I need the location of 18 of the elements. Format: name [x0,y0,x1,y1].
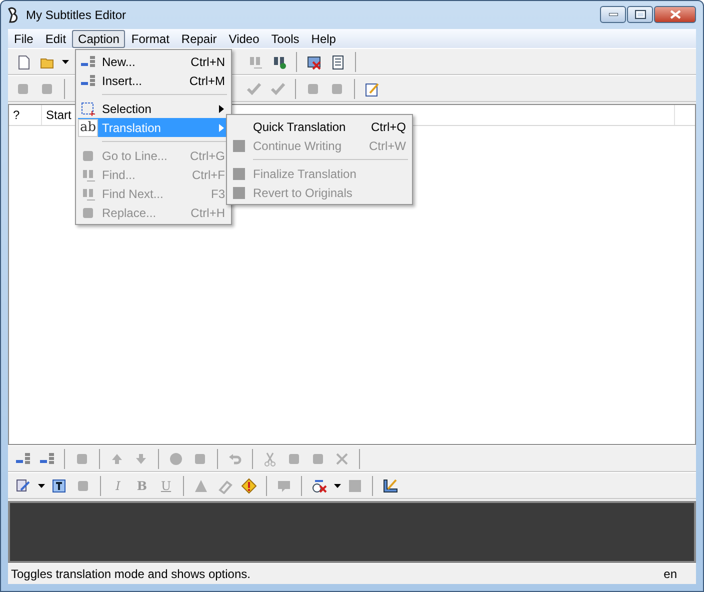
menu-item[interactable]: Caption [72,30,126,48]
menu-item[interactable]: Video [222,30,266,48]
menu-entry[interactable]: Insert... Ctrl+M [78,71,229,90]
menu-entry[interactable]: ab Translation [78,118,229,137]
menu-item[interactable]: Format [125,30,176,48]
window-title: My Subtitles Editor [26,8,128,22]
column-header[interactable]: ? [9,105,42,125]
text-icon: ab [78,118,98,136]
menu-item[interactable]: Tools [265,30,306,48]
menu-entry[interactable]: Quick Translation Ctrl+Q [229,117,410,136]
menu-entry[interactable]: Selection [78,99,229,118]
menu-item[interactable]: Edit [39,30,72,48]
menu-item[interactable]: Help [305,30,342,48]
menu-entry[interactable]: New... Ctrl+N [78,52,229,71]
menu-item[interactable]: File [8,30,40,48]
language-indicator: en [662,567,678,581]
menu-item[interactable]: Repair [175,30,223,48]
status-message: Toggles translation mode and shows options. [11,567,250,581]
